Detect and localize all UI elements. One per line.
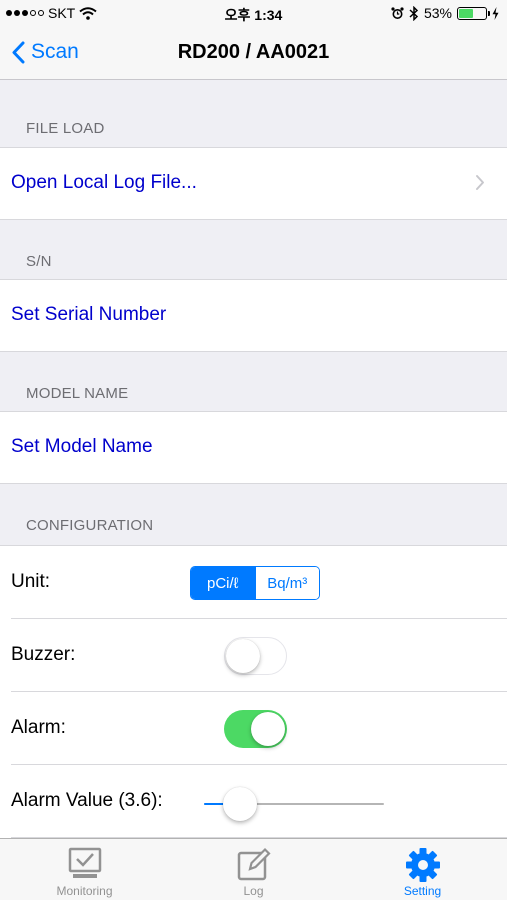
buzzer-toggle-knob (226, 638, 260, 673)
alarm-value-slider[interactable] (204, 787, 384, 821)
alarm-value-row: Alarm Value (3.6): (0, 765, 507, 838)
settings-content[interactable]: FILE LOAD Open Local Log File... S/N Set… (0, 80, 507, 838)
alarm-toggle[interactable] (224, 710, 287, 748)
bluetooth-icon (409, 5, 419, 21)
alarm-label: Alarm: (11, 717, 66, 738)
section-header-model-name: MODEL NAME (26, 385, 129, 402)
tab-monitoring[interactable]: Monitoring (0, 839, 169, 900)
status-bar: SKT 오후 1:34 53% (0, 0, 507, 28)
section-header-sn: S/N (26, 253, 52, 270)
open-local-log-file-link[interactable]: Open Local Log File... (11, 172, 197, 194)
buzzer-toggle[interactable] (224, 637, 287, 675)
section-header-configuration: CONFIGURATION (26, 517, 154, 534)
unit-label: Unit: (11, 571, 51, 592)
back-button[interactable]: Scan (12, 40, 79, 64)
configuration-group: Unit: pCi/ℓ Bq/m³ Buzzer: Alarm: Alarm V… (0, 545, 507, 838)
charging-bolt-icon (492, 6, 499, 20)
monitor-check-icon (68, 847, 101, 878)
set-model-name-row[interactable]: Set Model Name (0, 411, 507, 484)
status-right: 53% (391, 5, 499, 21)
tab-setting[interactable]: Setting (338, 839, 507, 900)
tab-setting-label: Setting (403, 884, 442, 898)
alarm-value-label: Alarm Value (3.6): (11, 790, 163, 811)
slider-thumb[interactable] (223, 787, 257, 821)
unit-row: Unit: pCi/ℓ Bq/m³ (0, 546, 507, 619)
set-serial-number-row[interactable]: Set Serial Number (0, 279, 507, 352)
section-header-file-load: FILE LOAD (26, 120, 105, 137)
back-button-label: Scan (31, 40, 79, 63)
tab-bar: Monitoring Log Setting (0, 838, 507, 900)
tab-monitoring-label: Monitoring (56, 884, 113, 898)
set-serial-number-link[interactable]: Set Serial Number (11, 304, 166, 326)
unit-option-bqm3[interactable]: Bq/m³ (254, 567, 319, 599)
buzzer-label: Buzzer: (11, 644, 76, 665)
alarm-row: Alarm: (0, 692, 507, 765)
chevron-left-icon (12, 41, 25, 63)
chevron-right-icon (476, 175, 484, 190)
unit-segmented-control[interactable]: pCi/ℓ Bq/m³ (190, 566, 320, 600)
unit-option-pci[interactable]: pCi/ℓ (191, 567, 255, 599)
battery-percent: 53% (423, 5, 452, 21)
alarm-toggle-knob (251, 712, 285, 746)
battery-icon (457, 6, 490, 20)
alarm-clock-icon (391, 6, 404, 19)
gear-icon (405, 848, 440, 882)
buzzer-row: Buzzer: (0, 619, 507, 692)
tab-log-label: Log (243, 884, 264, 898)
open-local-log-file-row[interactable]: Open Local Log File... (0, 147, 507, 220)
set-model-name-link[interactable]: Set Model Name (11, 436, 153, 458)
navigation-bar: Scan RD200 / AA0021 (0, 28, 507, 80)
edit-note-icon (237, 847, 271, 881)
tab-log[interactable]: Log (169, 839, 338, 900)
